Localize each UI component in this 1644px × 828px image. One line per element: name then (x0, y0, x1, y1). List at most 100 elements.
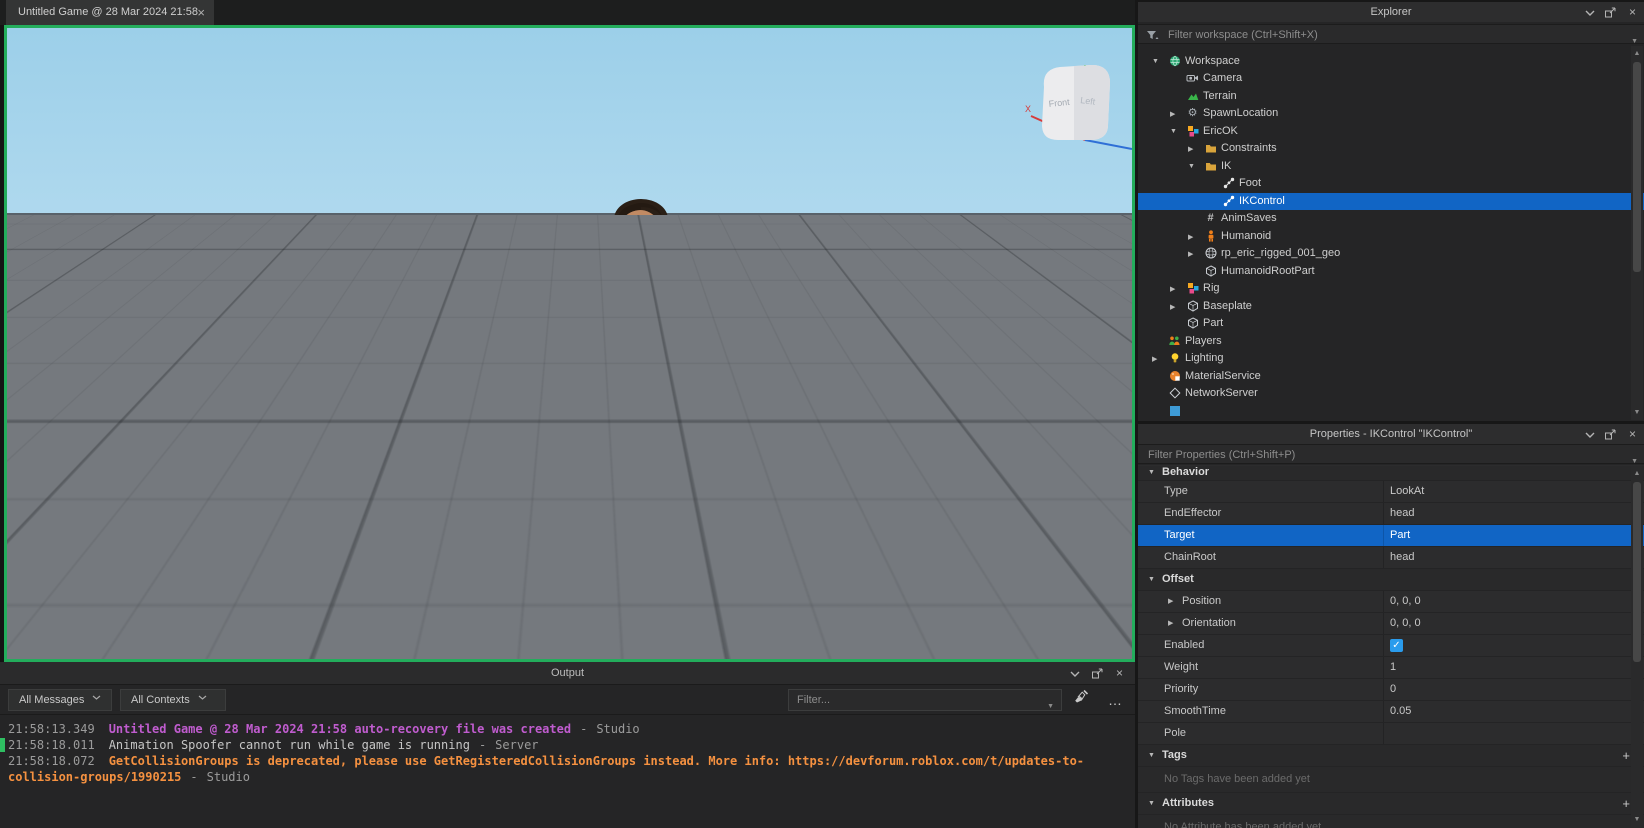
part-cube-icon (1186, 300, 1199, 313)
character-eric[interactable] (500, 183, 820, 635)
section-tags[interactable]: ▼ Tags + (1138, 745, 1644, 767)
clipped-service-icon (1168, 405, 1181, 418)
tree-item-players[interactable]: Players (1138, 333, 1644, 350)
explorer-title-bar[interactable]: Explorer × (1138, 2, 1644, 22)
model-icon (1186, 125, 1199, 138)
character-left-eye (628, 233, 634, 237)
chevron-down-icon[interactable] (1584, 7, 1596, 19)
expander-closed-icon[interactable]: ▶ (1170, 110, 1175, 118)
property-row-pole[interactable]: Pole (1138, 723, 1644, 745)
output-title-bar[interactable]: Output × (0, 662, 1135, 684)
log-line-deprecation-warning[interactable]: 21:58:18.072 GetCollisionGroups is deprec… (8, 753, 1115, 785)
expander-closed-icon[interactable]: ▶ (1170, 303, 1175, 311)
section-attributes[interactable]: ▼ Attributes + (1138, 793, 1644, 815)
properties-title-bar[interactable]: Properties - IKControl "IKControl" × (1138, 424, 1644, 444)
enabled-checkbox[interactable]: ✓ (1390, 639, 1403, 652)
output-filter-input[interactable]: Filter... ▼ (788, 689, 1062, 711)
chevron-down-icon: ▼ (1148, 800, 1155, 807)
scroll-down-icon[interactable]: ▼ (1631, 814, 1643, 825)
expander-closed-icon[interactable]: ▶ (1152, 355, 1157, 363)
properties-panel: Properties - IKControl "IKControl" × Fil… (1138, 424, 1644, 828)
close-icon[interactable]: × (1629, 424, 1636, 444)
output-toolbar: All Messages All Contexts Filter... ▼ … (0, 684, 1135, 715)
scroll-up-icon[interactable]: ▲ (1631, 48, 1643, 59)
property-row-enabled[interactable]: Enabled ✓ (1138, 635, 1644, 657)
section-behavior[interactable]: ▼ Behavior (1138, 466, 1644, 481)
expander-open-icon[interactable]: ▼ (1188, 163, 1195, 170)
expander-closed-icon[interactable]: ▶ (1168, 613, 1173, 634)
add-attribute-button[interactable]: + (1622, 793, 1630, 814)
close-icon[interactable]: × (197, 0, 205, 25)
chevron-down-icon[interactable]: ▼ (1047, 697, 1054, 717)
scroll-down-icon[interactable]: ▼ (1631, 407, 1643, 418)
expander-open-icon[interactable]: ▼ (1170, 128, 1177, 135)
properties-grid: ▼ Behavior Type LookAt EndEffector head … (1138, 465, 1644, 828)
tree-item-ikcontrol[interactable]: IKControl (1138, 193, 1644, 210)
close-icon[interactable]: × (1116, 662, 1123, 684)
players-icon (1168, 335, 1181, 348)
tree-item-networkserver[interactable]: NetworkServer (1138, 385, 1644, 402)
expander-closed-icon[interactable]: ▶ (1188, 145, 1193, 153)
property-row-endeffector[interactable]: EndEffector head (1138, 503, 1644, 525)
property-row-priority[interactable]: Priority 0 (1138, 679, 1644, 701)
scrollbar-thumb[interactable] (1633, 62, 1641, 272)
context-filter-dropdown[interactable]: All Contexts (120, 689, 226, 711)
property-row-orientation[interactable]: ▶ Orientation 0, 0, 0 (1138, 613, 1644, 635)
add-tag-button[interactable]: + (1622, 745, 1630, 766)
tree-item-baseplate[interactable]: ▶ Baseplate (1138, 298, 1644, 315)
tree-item-materialservice[interactable]: MaterialService (1138, 368, 1644, 385)
tree-item-spawnlocation[interactable]: ▶ ⚙ SpawnLocation (1138, 105, 1644, 122)
messages-filter-dropdown[interactable]: All Messages (8, 689, 112, 711)
tree-item-rp-eric-rigged-001-geo[interactable]: ▶ rp_eric_rigged_001_geo (1138, 245, 1644, 262)
property-row-target[interactable]: Target Part (1138, 525, 1644, 547)
clear-output-button[interactable] (1068, 689, 1094, 711)
tree-item-workspace[interactable]: ▼ Workspace (1138, 53, 1644, 70)
tree-item-part[interactable]: Part (1138, 315, 1644, 332)
viewcube-gizmo[interactable]: X Front Left (1022, 53, 1134, 171)
property-row-position[interactable]: ▶ Position 0, 0, 0 (1138, 591, 1644, 613)
tree-item-rig[interactable]: ▶ Rig (1138, 280, 1644, 297)
section-offset[interactable]: ▼ Offset (1138, 569, 1644, 591)
property-row-type[interactable]: Type LookAt (1138, 481, 1644, 503)
tree-item-humanoid[interactable]: ▶ Humanoid (1138, 228, 1644, 245)
property-row-chainroot[interactable]: ChainRoot head (1138, 547, 1644, 569)
terrain-icon (1186, 90, 1199, 103)
viewport-3d[interactable]: X Front Left (4, 25, 1135, 662)
viewcube-body[interactable]: Front Left (1042, 65, 1110, 140)
property-row-smoothtime[interactable]: SmoothTime 0.05 (1138, 701, 1644, 723)
chevron-down-icon[interactable] (1069, 668, 1081, 680)
chevron-down-icon[interactable] (1584, 429, 1596, 441)
tree-item-constraints[interactable]: ▶ Constraints (1138, 140, 1644, 157)
tree-item-lighting[interactable]: ▶ Lighting (1138, 350, 1644, 367)
expander-open-icon[interactable]: ▼ (1152, 58, 1159, 65)
explorer-filter-input[interactable]: Filter workspace (Ctrl+Shift+X) ▼ (1138, 24, 1644, 45)
expander-closed-icon[interactable]: ▶ (1188, 233, 1193, 241)
tree-item-camera[interactable]: Camera (1138, 70, 1644, 87)
properties-scrollbar[interactable]: ▲ ▼ (1631, 466, 1643, 827)
float-window-icon[interactable] (1091, 668, 1103, 680)
float-window-icon[interactable] (1604, 7, 1616, 19)
chevron-down-icon: ▼ (1148, 576, 1155, 583)
game-tab[interactable]: Untitled Game @ 28 Mar 2024 21:58 × (6, 0, 214, 25)
expander-closed-icon[interactable]: ▶ (1168, 591, 1173, 612)
output-log[interactable]: 21:58:13.349 Untitled Game @ 28 Mar 2024 … (0, 715, 1135, 828)
log-line-animation-spoofer[interactable]: 21:58:18.011 Animation Spoofer cannot run… (0, 737, 1115, 753)
more-options-button[interactable]: … (1102, 689, 1128, 711)
tree-item-terrain[interactable]: Terrain (1138, 88, 1644, 105)
expander-closed-icon[interactable]: ▶ (1188, 250, 1193, 258)
tree-item-partial[interactable] (1138, 403, 1644, 420)
scroll-up-icon[interactable]: ▲ (1631, 468, 1643, 479)
tree-item-animsaves[interactable]: # AnimSaves (1138, 210, 1644, 227)
tree-item-humanoidrootpart[interactable]: HumanoidRootPart (1138, 263, 1644, 280)
tree-item-ericok[interactable]: ▼ EricOK (1138, 123, 1644, 140)
expander-closed-icon[interactable]: ▶ (1170, 285, 1175, 293)
scrollbar-thumb[interactable] (1633, 482, 1641, 662)
tree-item-ik[interactable]: ▼ IK (1138, 158, 1644, 175)
properties-filter-input[interactable]: Filter Properties (Ctrl+Shift+P) ▼ (1138, 444, 1644, 465)
explorer-scrollbar[interactable]: ▲ ▼ (1631, 46, 1643, 420)
tree-item-foot[interactable]: Foot (1138, 175, 1644, 192)
log-line-autorecovery[interactable]: 21:58:13.349 Untitled Game @ 28 Mar 2024 … (8, 721, 1115, 737)
close-icon[interactable]: × (1629, 2, 1636, 22)
property-row-weight[interactable]: Weight 1 (1138, 657, 1644, 679)
float-window-icon[interactable] (1604, 429, 1616, 441)
